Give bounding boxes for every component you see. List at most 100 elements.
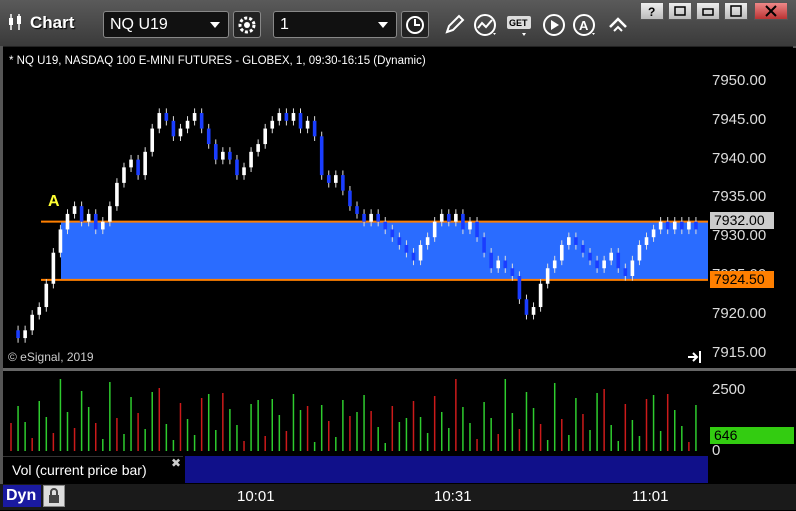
alerts-button[interactable]: A [571, 11, 599, 38]
candle-body [439, 213, 444, 222]
candle-body [319, 136, 324, 176]
time-axis-label: 11:01 [632, 488, 669, 505]
candle-body [672, 221, 677, 230]
candle-body [284, 113, 289, 121]
play-button[interactable] [540, 11, 568, 38]
candle-body [616, 252, 621, 269]
candle-body [552, 260, 557, 269]
candle-body [390, 229, 395, 238]
symbol-selector[interactable]: NQ U19 [103, 11, 229, 38]
interval-selector[interactable]: 1 [273, 11, 397, 38]
settings-button[interactable] [233, 11, 261, 38]
price-axis-label: 7945.00 [712, 110, 767, 128]
symbol-value: NQ U19 [110, 16, 168, 33]
candle-body [687, 221, 691, 230]
candle-body [482, 237, 486, 253]
candle-body [122, 167, 126, 183]
candle-body [517, 276, 522, 300]
candle-body [213, 144, 218, 160]
close-button[interactable] [754, 2, 788, 20]
alert-a-icon: A [573, 13, 595, 36]
candle-body [44, 283, 49, 308]
candle-body [228, 151, 232, 160]
play-icon [543, 13, 565, 36]
candle-body [581, 244, 585, 253]
candle-body [334, 175, 338, 183]
copyright-text: © eSignal, 2019 [8, 350, 94, 364]
candle-body [206, 128, 211, 145]
maximize-button[interactable] [724, 2, 748, 20]
vol-current-tag: 646 [710, 427, 794, 444]
interval-value: 1 [280, 16, 289, 33]
candle-body [305, 120, 310, 129]
candle-body [93, 213, 98, 230]
candle-body [129, 159, 133, 168]
candle-body [658, 221, 663, 230]
candle-body [136, 159, 140, 176]
candle-body [461, 213, 465, 230]
candle-body [277, 113, 282, 121]
restore-icon [702, 8, 714, 16]
candle-body [143, 151, 147, 176]
candle-body [397, 237, 402, 245]
question-icon: ? [648, 5, 655, 18]
volume-chart[interactable] [3, 371, 708, 456]
candle-body [355, 206, 359, 214]
marker-a-label: A [48, 193, 60, 210]
candle-body [623, 268, 628, 276]
time-axis-label: 10:01 [237, 488, 275, 505]
time-axis-label: 10:31 [434, 488, 472, 505]
title-bar: Chart NQ U19 1 GET A ? [0, 0, 796, 47]
study-button[interactable] [472, 11, 500, 38]
price-axis-label: 7940.00 [712, 149, 767, 167]
vol-axis-label-zero: 0 [712, 442, 721, 459]
price-axis-label: 7915.00 [712, 343, 767, 361]
candle-body [37, 307, 42, 315]
help-button[interactable]: ? [640, 2, 664, 20]
candle-body [164, 113, 169, 121]
candle-body [383, 221, 388, 230]
candle-body [644, 237, 649, 245]
candle-body [665, 221, 670, 230]
time-button[interactable] [401, 11, 429, 38]
minimize-icon [674, 6, 686, 16]
vol-legend-label: Vol (current price bar) [12, 462, 147, 478]
candle-body [178, 128, 183, 137]
chart-header: * NQ U19, NASDAQ 100 E-MINI FUTURES - GL… [9, 55, 426, 67]
candle-body [531, 307, 536, 315]
candle-body [595, 260, 599, 269]
svg-text:?: ? [648, 5, 655, 18]
scroll-end-icon[interactable] [687, 350, 703, 364]
restore-button[interactable] [696, 2, 720, 20]
link-button[interactable] [604, 11, 632, 38]
candle-body [362, 213, 366, 222]
candle-body [446, 213, 451, 222]
candle-body [468, 221, 472, 230]
vol-legend-bar [185, 456, 708, 483]
maximize-icon [730, 5, 742, 17]
candle-body [298, 113, 303, 129]
candle-body [171, 120, 176, 137]
price-chart[interactable] [3, 48, 708, 368]
candle-body [23, 330, 27, 339]
candle-body [341, 175, 345, 191]
candle-body [524, 299, 529, 315]
minimize-button[interactable] [668, 2, 692, 20]
window-title: Chart [30, 13, 75, 32]
chevron-down-icon[interactable] [210, 22, 220, 28]
candle-body [242, 167, 246, 176]
get-data-button[interactable]: GET [506, 11, 534, 38]
candle-body [312, 120, 317, 137]
draw-tool-button[interactable] [440, 11, 468, 38]
chevron-down-icon[interactable] [378, 22, 388, 28]
dynamic-mode-button[interactable]: Dyn [3, 485, 41, 507]
candle-body [221, 151, 225, 160]
vol-close-icon[interactable]: ✖ [171, 456, 181, 470]
candle-body [545, 268, 550, 284]
candle-body [609, 252, 614, 261]
candle-body [538, 283, 543, 308]
low-level-tag: 7924.50 [710, 271, 774, 288]
candle-body [376, 213, 380, 222]
lock-button[interactable] [43, 485, 65, 507]
price-axis-label: 7950.00 [712, 72, 767, 89]
